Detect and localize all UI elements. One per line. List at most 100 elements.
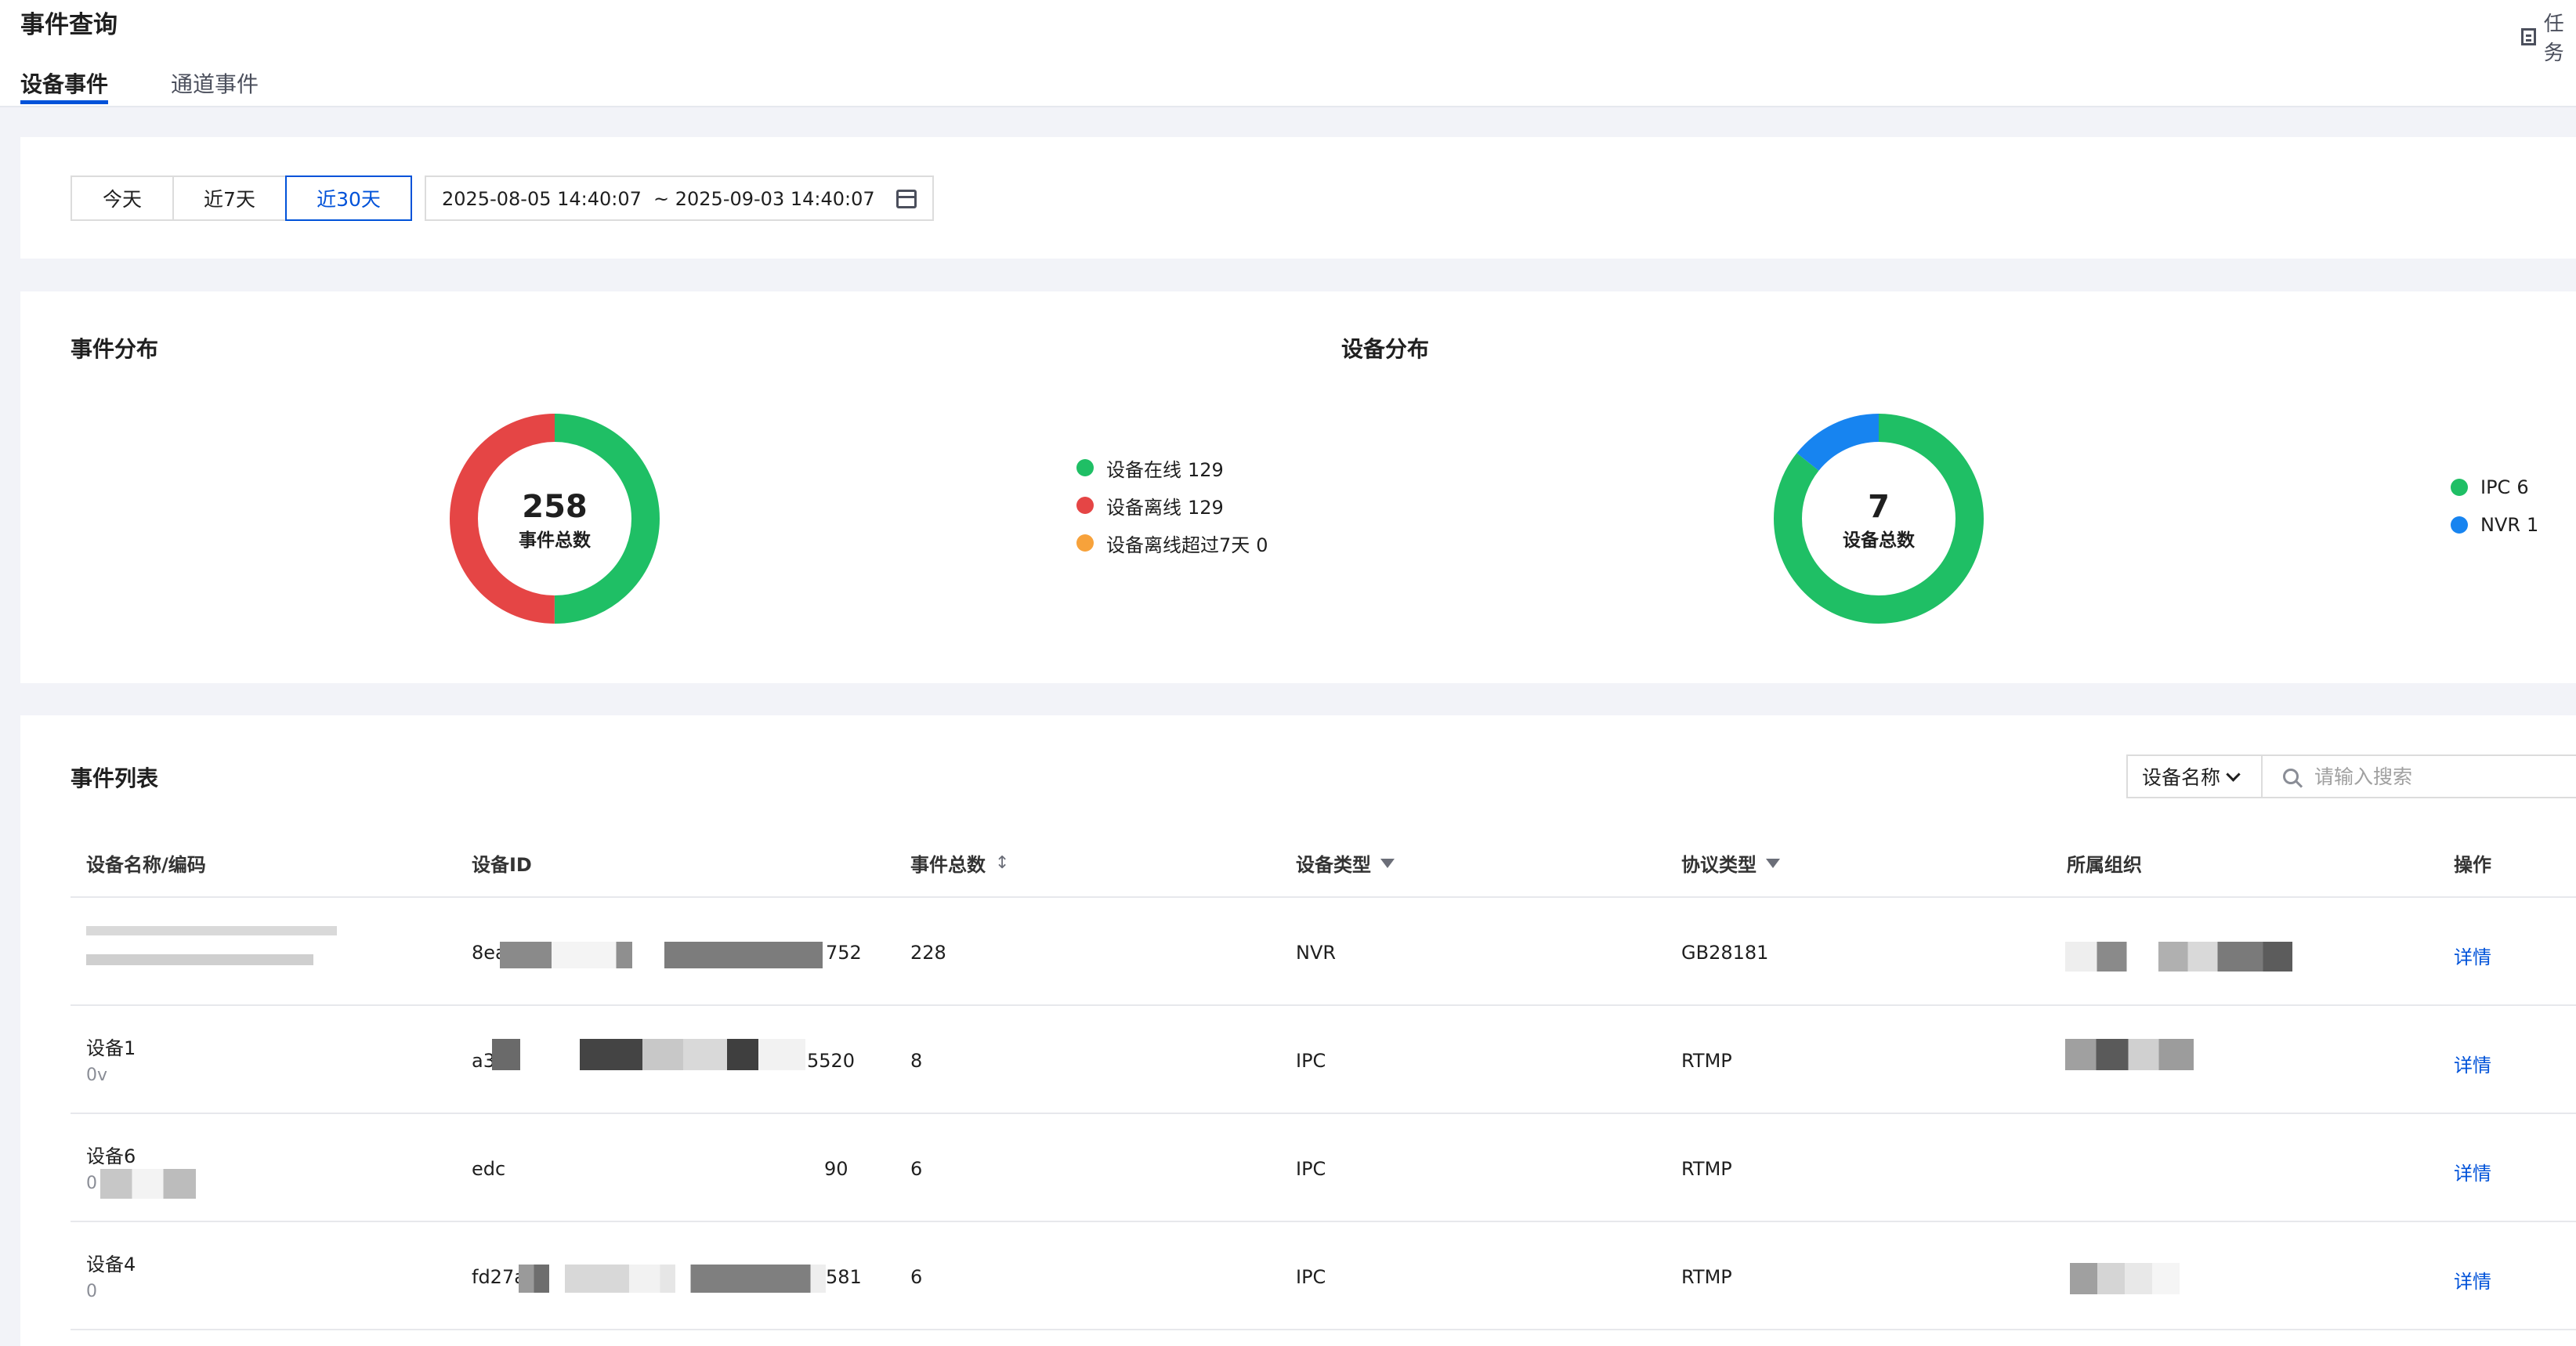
device-code-cell: 0v [86, 1066, 108, 1085]
detail-link[interactable]: 详情 [2454, 1158, 2491, 1185]
event-total-cell: 6 [910, 1266, 923, 1288]
legend-dot [1076, 534, 1094, 552]
col-header-type: 设备类型 [1296, 849, 1395, 877]
device-id-suffix: 5520 [807, 1050, 856, 1072]
legend-label: IPC [2480, 476, 2511, 498]
event-total-label: 事件总数 [519, 530, 591, 551]
device-id-suffix: 752 [826, 942, 862, 964]
page-header: 事件查询 任务 设备事件 通道事件 [0, 0, 2576, 107]
range-today-button[interactable]: 今天 [71, 175, 174, 221]
redacted-code [100, 1169, 196, 1199]
tasks-label: 任务 [2543, 13, 2564, 65]
col-header-protocol: 协议类型 [1681, 849, 1780, 877]
legend-label: NVR [2480, 514, 2521, 536]
device-dist-legend: IPC 6 NVR 1 [2451, 469, 2538, 544]
col-header-label: 设备名称/编码 [86, 854, 206, 876]
search-field-label: 设备名称 [2142, 766, 2221, 789]
event-dist-title: 事件分布 [71, 336, 159, 362]
legend-value: 129 [1188, 496, 1224, 519]
device-name-cell: 设备1 [86, 1037, 136, 1059]
redacted-id [500, 942, 823, 968]
legend-dot [2451, 479, 2468, 496]
device-name-cell: 设备4 [86, 1254, 136, 1275]
legend-item-ipc: IPC 6 [2451, 469, 2538, 506]
event-total-cell: 8 [910, 1050, 923, 1072]
legend-dot [1076, 459, 1094, 476]
device-id-suffix: 90 [824, 1158, 848, 1180]
col-header-total[interactable]: 事件总数 ↕ [910, 849, 1009, 877]
device-code-cell: 0 [86, 1174, 97, 1193]
event-list-title: 事件列表 [71, 765, 159, 791]
detail-link[interactable]: 详情 [2454, 1266, 2491, 1294]
detail-link[interactable]: 详情 [2454, 1050, 2491, 1077]
col-header-label: 所属组织 [2067, 854, 2142, 876]
table-divider [71, 1221, 2576, 1222]
charts-card [20, 291, 2576, 683]
device-type-cell: NVR [1296, 942, 1337, 964]
active-tab-indicator [20, 100, 108, 104]
device-id-prefix: fd27a [472, 1266, 526, 1288]
device-total-label: 设备总数 [1843, 530, 1915, 551]
col-header-action: 操作 [2454, 849, 2491, 877]
range-30days-button[interactable]: 近30天 [285, 175, 412, 221]
legend-value: 6 [2516, 476, 2529, 498]
legend-dot [1076, 497, 1094, 514]
sort-icon[interactable]: ↕ [995, 853, 1009, 873]
filter-icon[interactable] [1380, 858, 1395, 868]
legend-label: 设备离线超过7天 [1106, 534, 1250, 556]
legend-value: 129 [1188, 458, 1224, 481]
device-id-prefix: edc [472, 1158, 506, 1180]
tasks-link[interactable]: 任务 [2521, 8, 2576, 66]
device-type-cell: IPC [1296, 1050, 1326, 1072]
device-total: 7 设备总数 [1761, 489, 1996, 552]
redacted-org [2070, 1263, 2180, 1294]
redacted-org [2065, 1039, 2194, 1070]
device-type-cell: IPC [1296, 1158, 1326, 1180]
tab-device-events[interactable]: 设备事件 [20, 67, 108, 99]
table-divider [71, 1004, 2576, 1006]
event-total-value: 258 [522, 489, 588, 525]
event-dist-legend: 设备在线 129 设备离线 129 设备离线超过7天 0 [1076, 449, 1268, 562]
device-name-cell: 设备6 [86, 1145, 136, 1167]
legend-value: 1 [2527, 514, 2539, 536]
protocol-cell: RTMP [1681, 1266, 1732, 1288]
redacted-name [86, 926, 337, 935]
search-box[interactable] [2261, 754, 2576, 798]
event-total: 258 事件总数 [437, 489, 672, 552]
col-header-label: 协议类型 [1681, 854, 1757, 876]
legend-item-online: 设备在线 129 [1076, 449, 1268, 487]
range-7days-button[interactable]: 近7天 [172, 175, 287, 221]
event-total-cell: 228 [910, 942, 946, 964]
legend-label: 设备在线 [1106, 458, 1181, 481]
date-range-picker[interactable]: 2025-08-05 14:40:07 ~ 2025-09-03 14:40:0… [425, 175, 934, 221]
search-input[interactable] [2313, 764, 2551, 789]
col-header-org: 所属组织 [2067, 849, 2142, 877]
device-code-cell: 0 [86, 1282, 97, 1301]
device-dist-title: 设备分布 [1341, 336, 1430, 362]
col-header-label: 操作 [2454, 854, 2491, 876]
search-field-select[interactable]: 设备名称 [2126, 754, 2263, 798]
calendar-icon[interactable] [896, 190, 917, 208]
detail-link[interactable]: 详情 [2454, 942, 2491, 969]
col-header-id: 设备ID [472, 849, 532, 877]
col-header-label: 设备ID [472, 854, 532, 876]
device-type-cell: IPC [1296, 1266, 1326, 1288]
event-list-card [20, 715, 2576, 1346]
table-divider [71, 1113, 2576, 1114]
redacted-id [519, 1265, 826, 1293]
page-title: 事件查询 [20, 11, 118, 39]
protocol-cell: RTMP [1681, 1158, 1732, 1180]
tab-channel-events[interactable]: 通道事件 [171, 67, 259, 99]
date-end: ~ 2025-09-03 14:40:07 [653, 188, 875, 210]
search-icon [2283, 769, 2299, 784]
legend-item-offline-7days: 设备离线超过7天 0 [1076, 524, 1268, 562]
chevron-down-icon [2226, 766, 2241, 782]
col-header-label: 事件总数 [910, 854, 986, 876]
device-id-suffix: 581 [826, 1266, 862, 1288]
legend-item-nvr: NVR 1 [2451, 506, 2538, 544]
protocol-cell: GB28181 [1681, 942, 1769, 964]
filter-icon[interactable] [1766, 858, 1780, 868]
table-divider [71, 896, 2576, 898]
legend-item-offline: 设备离线 129 [1076, 487, 1268, 524]
redacted-id [492, 1039, 805, 1070]
